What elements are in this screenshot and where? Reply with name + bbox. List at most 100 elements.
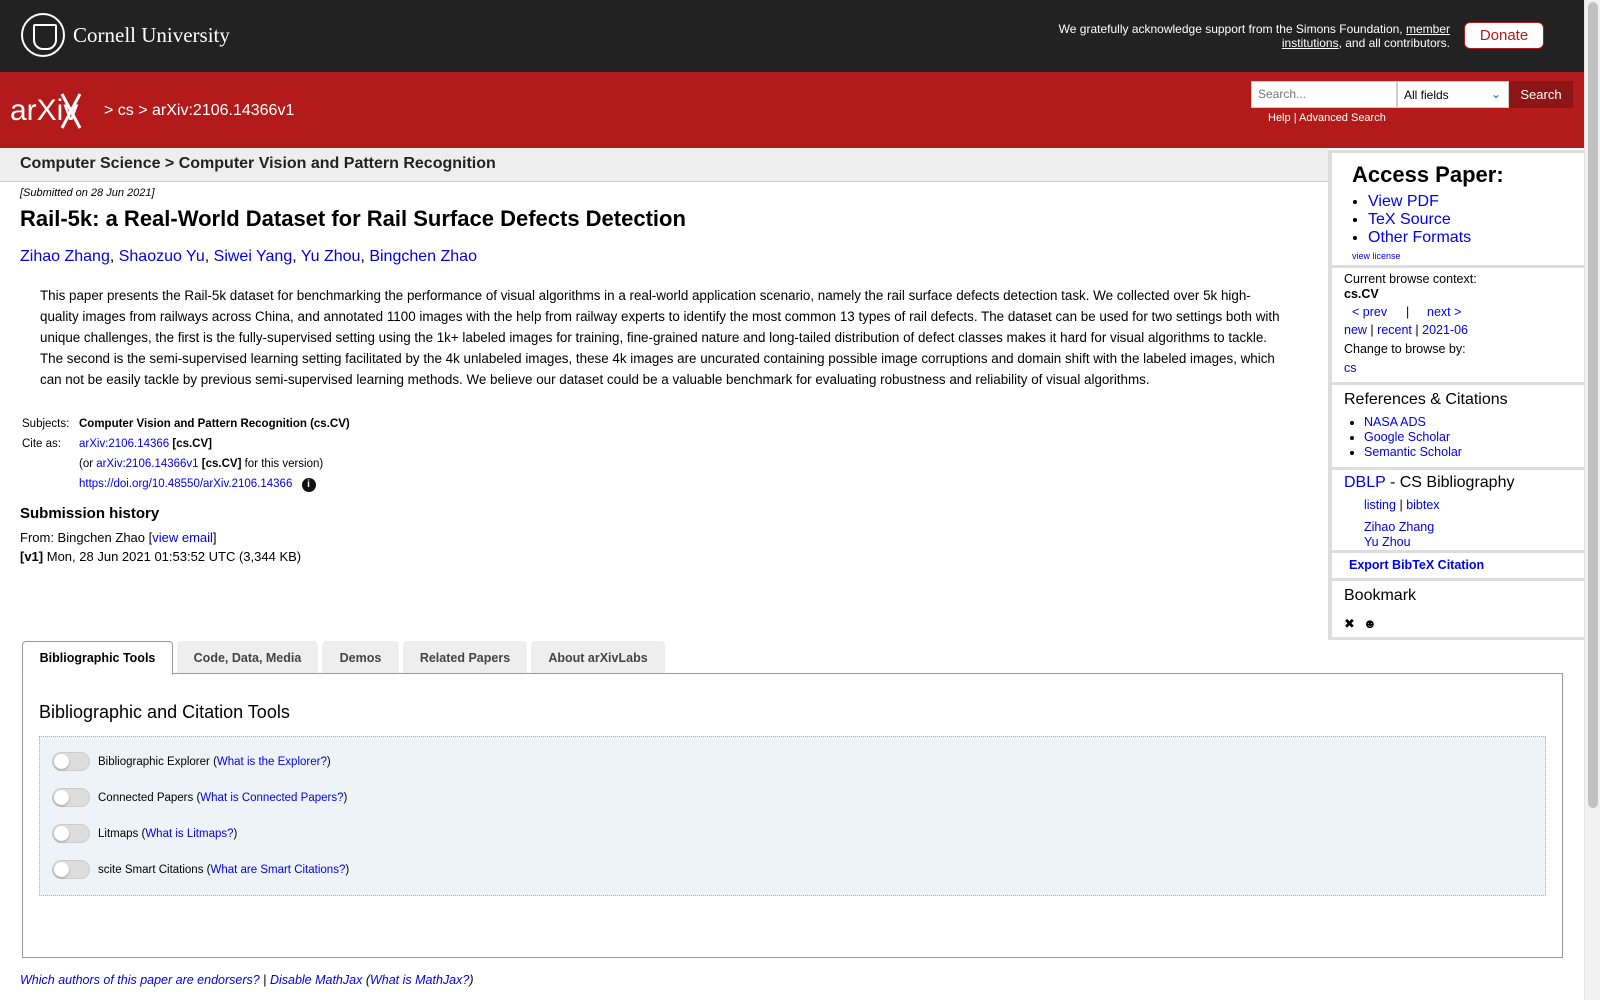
endorsers-link[interactable]: Which authors of this paper are endorser… <box>20 973 260 987</box>
svg-text:arXiv: arXiv <box>10 94 78 127</box>
tab-bibliographic-tools[interactable]: Bibliographic Tools <box>22 641 173 675</box>
subject-header: Computer Science > Computer Vision and P… <box>0 148 1328 182</box>
subject-breadcrumb: Computer Science > Computer Vision and P… <box>20 155 496 172</box>
subjects-value: Computer Vision and Pattern Recognition … <box>79 418 350 430</box>
tool-row: Litmaps (What is Litmaps?) <box>52 824 237 843</box>
panel-heading: Bibliographic and Citation Tools <box>39 702 290 722</box>
submitted-date: [Submitted on 28 Jun 2021] <box>20 187 155 199</box>
dblp-author-link[interactable]: Zihao Zhang <box>1364 520 1434 534</box>
bibliographic-explorer-toggle[interactable] <box>52 752 90 771</box>
semantic-scholar-link[interactable]: Semantic Scholar <box>1364 445 1462 459</box>
what-is-litmaps-link[interactable]: What is Litmaps? <box>145 828 233 840</box>
help-link[interactable]: Help <box>1268 112 1291 124</box>
export-box: Export BibTeX Citation <box>1332 553 1584 578</box>
disable-mathjax-link[interactable]: Disable MathJax <box>270 973 362 987</box>
search-field-select[interactable]: All fields ⌄ <box>1397 81 1509 108</box>
author-link[interactable]: Siwei Yang <box>214 248 293 265</box>
tools-list: Bibliographic Explorer (What is the Expl… <box>39 736 1546 896</box>
scite-toggle[interactable] <box>52 860 90 879</box>
support-text: We gratefully acknowledge support from t… <box>1058 22 1450 50</box>
nasa-ads-link[interactable]: NASA ADS <box>1364 415 1426 429</box>
advanced-search-link[interactable]: Advanced Search <box>1299 112 1386 124</box>
search-button[interactable]: Search <box>1509 81 1573 108</box>
browse-cs-link[interactable]: cs <box>1344 361 1357 375</box>
tab-code-data-media[interactable]: Code, Data, Media <box>177 641 318 674</box>
cornell-seal-icon <box>21 13 65 57</box>
bibtex-link[interactable]: bibtex <box>1406 498 1439 512</box>
version-link[interactable]: arXiv:2106.14366v1 <box>96 458 198 470</box>
help-links: Help | Advanced Search <box>1268 112 1386 124</box>
doi-link[interactable]: https://doi.org/10.48550/arXiv.2106.1436… <box>79 478 292 490</box>
bookmark-box: Bookmark ✖ ☻ <box>1332 581 1584 637</box>
month-link[interactable]: 2021-06 <box>1422 323 1468 337</box>
view-email-link[interactable]: view email <box>152 530 213 545</box>
context-label: Current browse context: <box>1344 272 1477 286</box>
abstract: This paper presents the Rail-5k dataset … <box>40 288 1280 387</box>
cite-label: Cite as: <box>22 438 61 450</box>
references-title: References & Citations <box>1344 391 1508 408</box>
access-paper-title: Access Paper: <box>1352 162 1504 187</box>
author-link[interactable]: Zihao Zhang <box>20 248 110 265</box>
tool-row: Bibliographic Explorer (What is the Expl… <box>52 752 331 771</box>
cornell-name: Cornell University <box>73 22 230 47</box>
google-scholar-link[interactable]: Google Scholar <box>1364 430 1450 444</box>
other-formats-link[interactable]: Other Formats <box>1368 229 1471 246</box>
litmaps-toggle[interactable] <box>52 824 90 843</box>
listing-link[interactable]: listing <box>1364 498 1396 512</box>
export-bibtex-link[interactable]: Export BibTeX Citation <box>1349 558 1484 572</box>
tab-demos[interactable]: Demos <box>322 641 399 674</box>
what-is-connected-papers-link[interactable]: What is Connected Papers? <box>200 792 343 804</box>
change-browse-label: Change to browse by: <box>1344 342 1466 356</box>
chevron-down-icon: ⌄ <box>1490 87 1501 101</box>
next-link[interactable]: next > <box>1427 305 1461 319</box>
references-box: References & Citations NASA ADS Google S… <box>1332 385 1584 467</box>
context-value: cs.CV <box>1344 287 1379 301</box>
view-license-link[interactable]: view license <box>1352 251 1401 261</box>
version-entry: [v1] Mon, 28 Jun 2021 01:53:52 UTC (3,34… <box>20 549 302 564</box>
view-pdf-link[interactable]: View PDF <box>1368 193 1439 210</box>
access-paper-box: Access Paper: View PDF TeX Source Other … <box>1332 153 1584 265</box>
tab-about-arxivlabs[interactable]: About arXivLabs <box>531 641 665 674</box>
cite-id-link[interactable]: arXiv:2106.14366 <box>79 438 169 450</box>
metadata-table: Subjects: Computer Vision and Pattern Re… <box>20 414 352 494</box>
bookmark-title: Bookmark <box>1344 587 1417 604</box>
what-is-mathjax-link[interactable]: What is MathJax? <box>370 973 469 987</box>
sidebar: Access Paper: View PDF TeX Source Other … <box>1328 150 1584 640</box>
scrollbar-thumb[interactable] <box>1588 2 1598 808</box>
what-is-explorer-link[interactable]: What is the Explorer? <box>217 756 327 768</box>
breadcrumb[interactable]: > cs > arXiv:2106.14366v1 <box>104 102 294 120</box>
top-bar: Cornell University We gratefully acknowl… <box>0 0 1584 72</box>
what-are-smart-citations-link[interactable]: What are Smart Citations? <box>210 864 345 876</box>
tool-row: scite Smart Citations (What are Smart Ci… <box>52 860 349 879</box>
page-scrollbar[interactable] <box>1584 0 1600 1000</box>
subjects-label: Subjects: <box>22 418 70 430</box>
author-link[interactable]: Bingchen Zhao <box>369 248 477 265</box>
dblp-link[interactable]: DBLP <box>1344 474 1386 491</box>
dblp-author-link[interactable]: Yu Zhou <box>1364 535 1411 549</box>
cornell-logo[interactable]: Cornell University <box>21 13 230 57</box>
dblp-box: DBLP - CS Bibliography listing | bibtex … <box>1332 470 1584 550</box>
arxiv-header: arXiv > cs > arXiv:2106.14366v1 Search..… <box>0 72 1584 148</box>
connected-papers-toggle[interactable] <box>52 788 90 807</box>
prev-link[interactable]: < prev <box>1352 305 1387 319</box>
reddit-icon[interactable]: ☻ <box>1363 617 1379 631</box>
footer-links: Which authors of this paper are endorser… <box>20 973 474 987</box>
tab-panel: Bibliographic and Citation Tools Bibliog… <box>22 673 1563 958</box>
author-link[interactable]: Yu Zhou <box>301 248 361 265</box>
arxiv-logo[interactable]: arXiv <box>10 90 100 130</box>
submission-history-heading: Submission history <box>20 505 160 522</box>
tab-related-papers[interactable]: Related Papers <box>403 641 527 674</box>
recent-link[interactable]: recent <box>1377 323 1412 337</box>
author-link[interactable]: Shaozuo Yu <box>119 248 205 265</box>
search-input[interactable]: Search... <box>1251 81 1397 108</box>
tex-source-link[interactable]: TeX Source <box>1368 211 1451 228</box>
donate-button[interactable]: Donate <box>1464 22 1544 49</box>
bibsonomy-icon[interactable]: ✖ <box>1344 617 1360 631</box>
paper-title: Rail-5k: a Real-World Dataset for Rail S… <box>20 206 686 231</box>
info-icon[interactable]: i <box>301 478 316 492</box>
author-list: Zihao Zhang, Shaozuo Yu, Siwei Yang, Yu … <box>20 248 477 265</box>
browse-context-box: Current browse context: cs.CV < prev | n… <box>1332 268 1584 382</box>
new-link[interactable]: new <box>1344 323 1367 337</box>
tool-row: Connected Papers (What is Connected Pape… <box>52 788 347 807</box>
submitter: From: Bingchen Zhao [view email] <box>20 530 217 545</box>
